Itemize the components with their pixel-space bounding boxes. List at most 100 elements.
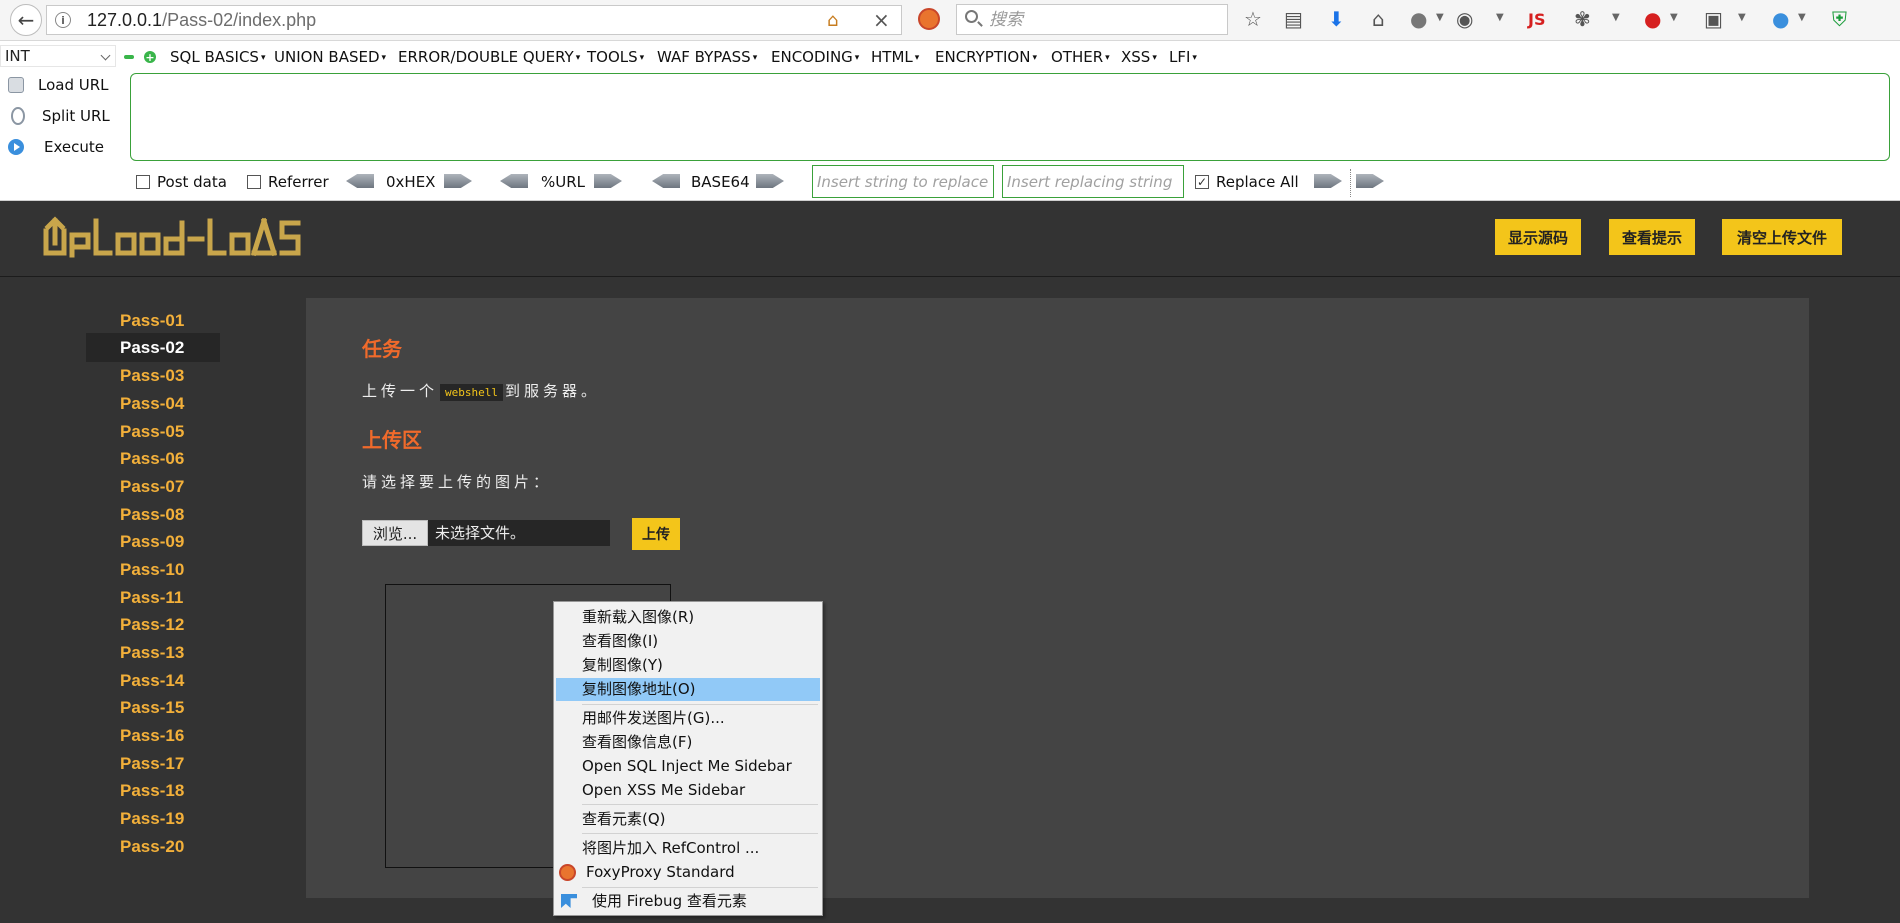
show-source-button[interactable]: 显示源码 (1495, 219, 1581, 255)
chevron-down-icon[interactable]: ▼ (1798, 12, 1806, 23)
menu-item-copy-image[interactable]: 复制图像(Y) (556, 654, 820, 677)
menu-item-foxyproxy[interactable]: FoxyProxy Standard (556, 861, 820, 884)
menu-item-copy-image-address[interactable]: 复制图像地址(O) (556, 678, 820, 701)
sidebar-item-pass-05[interactable]: Pass-05 (86, 417, 220, 446)
sidebar-item-pass-08[interactable]: Pass-08 (86, 500, 220, 529)
browse-button[interactable]: 浏览... (362, 520, 428, 546)
hackbar-select-value: INT (5, 47, 30, 65)
menu-item-view-image[interactable]: 查看图像(I) (556, 630, 820, 653)
base64-encode-arrow-icon[interactable] (756, 174, 784, 188)
menu-xss[interactable]: XSS (1121, 48, 1157, 66)
sidebar-item-pass-03[interactable]: Pass-03 (86, 361, 220, 390)
menu-item-view-image-info[interactable]: 查看图像信息(F) (556, 731, 820, 754)
hex-decode-arrow-icon[interactable] (346, 174, 374, 188)
sidebar-item-pass-12[interactable]: Pass-12 (86, 610, 220, 639)
referrer-checkbox[interactable]: Referrer (247, 173, 329, 191)
sidebar-item-pass-02[interactable]: Pass-02 (86, 333, 220, 362)
sidebar-item-pass-06[interactable]: Pass-06 (86, 444, 220, 473)
url-bar[interactable]: i 127.0.0.1/Pass-02/index.php ⌂ × (46, 5, 902, 35)
reader-icon[interactable]: ▤ (1284, 8, 1303, 30)
clear-upload-button[interactable]: 清空上传文件 (1722, 219, 1842, 255)
sidebar-item-pass-11[interactable]: Pass-11 (86, 583, 220, 612)
url-text[interactable]: 127.0.0.1/Pass-02/index.php (87, 10, 316, 31)
menu-item-xss-me[interactable]: Open XSS Me Sidebar (556, 779, 820, 802)
home-page-icon[interactable]: ⌂ (827, 10, 838, 31)
base64-decode-arrow-icon[interactable] (652, 174, 680, 188)
menu-item-inspect-element[interactable]: 查看元素(Q) (556, 808, 820, 831)
menu-item-email-image[interactable]: 用邮件发送图片(G)... (556, 707, 820, 730)
show-hint-button[interactable]: 查看提示 (1609, 219, 1695, 255)
replace-reverse-arrow-icon[interactable] (1356, 174, 1384, 188)
plus-icon[interactable]: + (144, 51, 156, 64)
menu-other[interactable]: OTHER (1051, 48, 1110, 66)
menu-separator (582, 833, 818, 834)
sidebar-item-pass-17[interactable]: Pass-17 (86, 749, 220, 778)
globe-icon[interactable]: ● (1410, 8, 1427, 30)
menu-encryption[interactable]: ENCRYPTION (935, 48, 1037, 66)
palette-icon[interactable]: ◉ (1456, 8, 1473, 30)
chevron-down-icon[interactable]: ▼ (1670, 12, 1678, 23)
url-encode-arrow-icon[interactable] (594, 174, 622, 188)
post-data-checkbox[interactable]: Post data (136, 173, 227, 191)
tab-groups-icon[interactable]: ▣ (1704, 8, 1723, 30)
sidebar-item-pass-13[interactable]: Pass-13 (86, 638, 220, 667)
search-bar[interactable] (956, 4, 1228, 35)
menu-lfi[interactable]: LFI (1169, 48, 1197, 66)
chevron-down-icon[interactable]: ▼ (1612, 12, 1620, 23)
menu-union-based[interactable]: UNION BASED (274, 48, 386, 66)
close-icon[interactable]: × (873, 8, 890, 32)
foxyproxy-icon[interactable] (918, 8, 940, 30)
replace-string-input[interactable] (812, 165, 994, 198)
split-url-button[interactable]: Split URL (8, 107, 110, 125)
menu-sql-basics[interactable]: SQL BASICS (170, 48, 265, 66)
menu-tools[interactable]: TOOLS (587, 48, 644, 66)
sidebar-item-pass-18[interactable]: Pass-18 (86, 776, 220, 805)
menu-waf-bypass[interactable]: WAF BYPASS (657, 48, 757, 66)
shield-icon[interactable]: ⛨ (1832, 8, 1847, 30)
replace-all-checkbox[interactable]: ✓ Replace All (1195, 173, 1299, 191)
chevron-down-icon[interactable]: ▼ (1738, 12, 1746, 23)
menu-encoding[interactable]: ENCODING (771, 48, 859, 66)
sidebar-item-pass-01[interactable]: Pass-01 (86, 306, 220, 335)
sidebar-item-pass-14[interactable]: Pass-14 (86, 666, 220, 695)
hackbar-type-select[interactable]: INT (0, 45, 116, 67)
execute-label: Execute (44, 138, 104, 156)
sidebar-item-pass-10[interactable]: Pass-10 (86, 555, 220, 584)
task-prefix: 上传一个 (362, 382, 439, 400)
execute-button[interactable]: Execute (8, 138, 104, 156)
sidebar-item-pass-15[interactable]: Pass-15 (86, 693, 220, 722)
sidebar-item-pass-19[interactable]: Pass-19 (86, 804, 220, 833)
back-button[interactable]: ← (10, 4, 42, 36)
menu-item-refcontrol[interactable]: 将图片加入 RefControl ... (556, 837, 820, 860)
download-icon[interactable]: ⬇ (1328, 8, 1345, 30)
home-icon[interactable]: ⌂ (1372, 8, 1385, 30)
javascript-toggle-icon[interactable]: JS (1528, 10, 1545, 29)
chevron-down-icon[interactable]: ▼ (1436, 12, 1444, 23)
star-icon[interactable]: ☆ (1244, 8, 1262, 30)
replace-arrow-icon[interactable] (1314, 174, 1342, 188)
bug-icon[interactable]: ✾ (1574, 8, 1591, 30)
proxy-switch-icon[interactable]: ● (1772, 8, 1789, 30)
menu-separator (582, 704, 818, 705)
chevron-down-icon[interactable]: ▼ (1496, 12, 1504, 23)
sidebar-item-pass-04[interactable]: Pass-04 (86, 389, 220, 418)
menu-item-reload-image[interactable]: 重新载入图像(R) (556, 606, 820, 629)
info-icon[interactable]: i (55, 12, 71, 28)
menu-item-firebug-inspect[interactable]: 使用 Firebug 查看元素 (556, 890, 820, 913)
load-url-button[interactable]: Load URL (8, 76, 109, 94)
url-decode-arrow-icon[interactable] (500, 174, 528, 188)
sidebar-item-pass-16[interactable]: Pass-16 (86, 721, 220, 750)
sidebar-item-pass-07[interactable]: Pass-07 (86, 472, 220, 501)
addon-red-icon[interactable]: ● (1644, 8, 1661, 30)
hackbar-url-textarea[interactable] (130, 73, 1890, 161)
minus-icon[interactable] (124, 55, 134, 59)
replacing-string-input[interactable] (1002, 165, 1184, 198)
search-input[interactable] (987, 8, 1221, 32)
sidebar-item-pass-20[interactable]: Pass-20 (86, 832, 220, 861)
upload-button[interactable]: 上传 (632, 518, 680, 550)
hex-encode-arrow-icon[interactable] (444, 174, 472, 188)
sidebar-item-pass-09[interactable]: Pass-09 (86, 527, 220, 556)
menu-item-sql-inject-me[interactable]: Open SQL Inject Me Sidebar (556, 755, 820, 778)
menu-html[interactable]: HTML (871, 48, 919, 66)
menu-error-double-query[interactable]: ERROR/DOUBLE QUERY (398, 48, 580, 66)
